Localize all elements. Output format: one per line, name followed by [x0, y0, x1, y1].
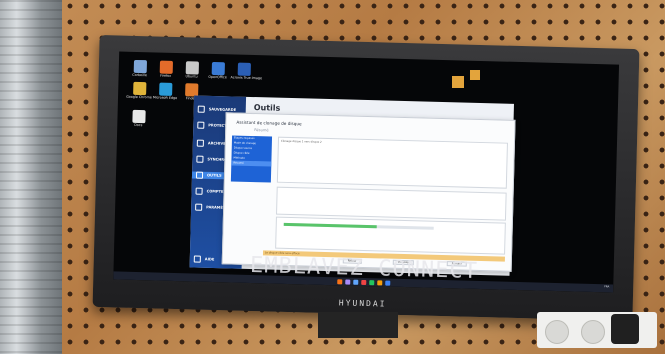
system-tray: FRA: [604, 285, 610, 289]
orange-sticker: [470, 70, 480, 80]
desktop-icon-label: Acronis True Image: [230, 75, 263, 81]
desktop-icon[interactable]: Google Chrome: [126, 81, 152, 100]
desktop-icon[interactable]: OpenOffice: [205, 61, 231, 80]
app-icon: [133, 59, 147, 74]
app-icon: [131, 109, 146, 124]
nav-icon: [193, 255, 201, 263]
summary-text: Clonage disque 1 vers disque 2: [280, 139, 322, 144]
source-panel: [276, 186, 507, 221]
app-icon: [211, 61, 225, 76]
nav-icon: [195, 171, 204, 179]
desktop-icon-label: Google Chrome: [126, 94, 152, 100]
monitor-stand: [318, 312, 398, 338]
page-title: Outils: [253, 103, 281, 113]
clone-disk-dialog: Assistant de clonage de disque Résumé Ét…: [221, 112, 516, 272]
orange-sticker: [452, 76, 464, 88]
desktop-icon[interactable]: Firefox: [153, 60, 179, 78]
sidebar-item-label: AIDE: [204, 257, 215, 262]
desktop-icon[interactable]: Ubuntu: [179, 61, 205, 79]
sidebar-item-label: OUTILS: [206, 173, 222, 178]
nav-icon: [196, 139, 204, 147]
socket: [581, 320, 605, 344]
desktop-icon[interactable]: Docs: [125, 109, 151, 128]
wizard-step[interactable]: Résumé: [231, 160, 272, 167]
desktop-icon-label: Ubuntu: [185, 74, 198, 79]
app-icon: [237, 62, 251, 76]
desktop-icon-label: OpenOffice: [208, 74, 227, 80]
sidebar-item-label: COMPTE: [206, 189, 224, 194]
nav-icon: [197, 121, 205, 129]
desktop-icon[interactable]: Acronis True Image: [230, 62, 263, 81]
desktop-icon[interactable]: Corbeille: [127, 59, 153, 78]
sidebar-item[interactable]: ARCHIVER: [196, 139, 229, 148]
socket: [545, 320, 569, 344]
target-panel: [275, 216, 506, 255]
ventilation-pipe: [0, 0, 62, 354]
nav-icon: [195, 203, 203, 211]
app-icon: [185, 61, 199, 75]
nav-icon: [195, 187, 203, 195]
nav-icon: [196, 155, 204, 163]
app-icon: [132, 81, 146, 96]
summary-panel: Clonage disque 1 vers disque 2: [276, 136, 508, 189]
wizard-steps: Étapes requises Mode de clonage Disque sou…: [230, 135, 273, 183]
power-plug: [611, 314, 639, 344]
sidebar-item[interactable]: COMPTE: [195, 187, 224, 196]
desktop-icon-label: Corbeille: [132, 72, 147, 78]
desktop-icon-label: Docs: [134, 122, 143, 128]
nav-icon: [197, 105, 205, 113]
power-outlet: [537, 312, 657, 348]
dialog-subtitle: Résumé: [254, 128, 269, 133]
app-icon: [158, 82, 172, 96]
sidebar-item[interactable]: AIDE: [193, 255, 215, 264]
sidebar-item-label: SAUVEGARDE: [208, 107, 237, 113]
desktop-icons: Corbeille Firefox Ubuntu OpenOffice Acronis …: [119, 51, 619, 127]
dialog-title: Assistant de clonage de disque: [236, 119, 302, 127]
desktop-icon[interactable]: Microsoft Edge: [152, 82, 178, 100]
app-icon: [159, 60, 173, 74]
desktop-icon-label: Microsoft Edge: [152, 95, 178, 101]
desktop-icon-label: Firefox: [160, 73, 172, 78]
